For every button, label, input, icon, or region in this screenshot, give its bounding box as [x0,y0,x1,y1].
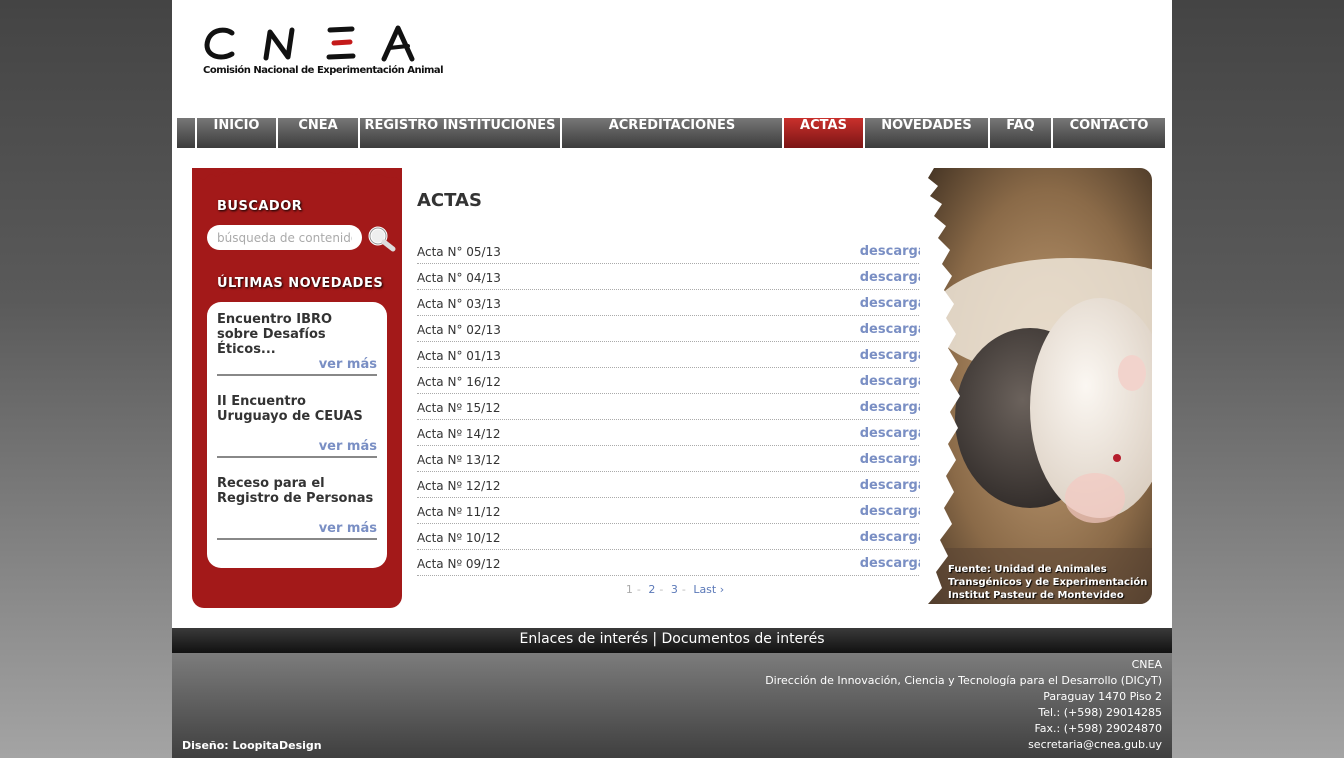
pager-last[interactable]: Last › [691,583,726,596]
acta-row: Acta Nº 14/12 descargar [417,420,933,446]
mice-photo: Fuente: Unidad de Animales Transgénicos … [920,168,1152,604]
pager-separator: - [659,583,664,596]
news-more-link[interactable]: ver más [217,521,377,540]
footer-link-separator: | [652,631,658,647]
acta-row: Acta Nº 15/12 descargar [417,394,933,420]
photo-credit-line: Transgénicos y de Experimentación [948,577,1148,588]
acta-row: Acta N° 03/13 descargar [417,290,933,316]
acta-row: Acta N° 02/13 descargar [417,316,933,342]
logo-tagline: Comisión Nacional de Experimentación Ani… [203,65,444,76]
acta-name: Acta N° 01/13 [417,349,501,363]
footer: CNEA Dirección de Innovación, Ciencia y … [172,653,1172,758]
acta-name: Acta Nº 13/12 [417,453,501,467]
news-title[interactable]: Receso para el Registro de Personas [217,476,377,521]
acta-name: Acta Nº 09/12 [417,557,501,571]
footer-link-documentos[interactable]: Documentos de interés [662,631,825,647]
design-credit[interactable]: Diseño: LoopitaDesign [182,739,322,752]
acta-row: Acta Nº 09/12 descargar [417,550,933,576]
pager: 1- 2- 3- Last › [417,583,933,596]
nav-item-novedades[interactable]: NOVEDADES [865,118,988,148]
footer-link-enlaces[interactable]: Enlaces de interés [519,631,647,647]
acta-row: Acta Nº 13/12 descargar [417,446,933,472]
acta-name: Acta N° 02/13 [417,323,501,337]
photo-credit-line: Fuente: Unidad de Animales [948,564,1107,575]
pager-page-2[interactable]: 2 [646,583,657,596]
contact-line: Dirección de Innovación, Ciencia y Tecno… [765,674,1162,687]
acta-name: Acta N° 16/12 [417,375,501,389]
nav-spacer [177,118,195,148]
acta-row: Acta Nº 11/12 descargar [417,498,933,524]
page-title: ACTAS [417,190,482,211]
search-input[interactable] [207,225,362,250]
acta-name: Acta Nº 10/12 [417,531,501,545]
nav-item-faq[interactable]: FAQ [990,118,1051,148]
news-title[interactable]: II Encuentro Uruguayo de CEUAS [217,394,377,439]
acta-name: Acta Nº 15/12 [417,401,501,415]
nav-item-registro-instituciones[interactable]: REGISTRO INSTITUCIONES [360,118,560,148]
acta-name: Acta Nº 12/12 [417,479,501,493]
acta-name: Acta Nº 11/12 [417,505,501,519]
pager-current-page: 1 [625,583,633,596]
contact-line: Tel.: (+598) 29014285 [1038,706,1162,719]
news-list: Encuentro IBRO sobre Desafíos Éticos... … [207,302,387,568]
acta-row: Acta Nº 12/12 descargar [417,472,933,498]
main-content: ACTAS Acta N° 05/13 descargar Acta N° 04/1… [417,190,933,576]
acta-name: Acta N° 04/13 [417,271,501,285]
nav-item-inicio[interactable]: INICIO [197,118,276,148]
acta-name: Acta Nº 14/12 [417,427,501,441]
acta-name: Acta N° 03/13 [417,297,501,311]
acta-row: Acta Nº 10/12 descargar [417,524,933,550]
contact-line: CNEA [1131,658,1162,671]
contact-line: Paraguay 1470 Piso 2 [1043,690,1162,703]
nav-item-cnea[interactable]: CNEA [278,118,358,148]
acta-row: Acta N° 16/12 descargar [417,368,933,394]
news-title[interactable]: Encuentro IBRO sobre Desafíos Éticos... [217,312,377,357]
torn-edge-decoration [192,169,402,188]
search-button[interactable] [367,225,397,253]
acta-row: Acta N° 04/13 descargar [417,264,933,290]
contact-info: CNEA Dirección de Innovación, Ciencia y … [765,657,1162,753]
footer-links-bar: Enlaces de interés | Documentos de inter… [172,628,1172,653]
pager-page-3[interactable]: 3 [669,583,680,596]
pager-separator: - [636,583,641,596]
mice-photo-image [920,168,1152,604]
photo-credit-line: Institut Pasteur de Montevideo [948,590,1124,601]
photo-credit: Fuente: Unidad de Animales Transgénicos … [948,563,1147,602]
search-icon [368,226,396,252]
nav-item-contacto[interactable]: CONTACTO [1053,118,1165,148]
contact-email[interactable]: secretaria@cnea.gub.uy [765,737,1162,753]
news-more-link[interactable]: ver más [217,357,377,376]
acta-list: Acta N° 05/13 descargar Acta N° 04/13 desca… [417,238,933,576]
contact-line: Fax.: (+598) 29024870 [1034,722,1162,735]
cnea-logo[interactable]: Comisión Nacional de Experimentación Ani… [202,24,444,79]
news-heading: ÚLTIMAS NOVEDADES [217,276,384,291]
nav-item-acreditaciones[interactable]: ACREDITACIONES [562,118,782,148]
sidebar: BUSCADOR ÚLTIMAS NOVEDADES Encuentro IBR… [192,168,402,608]
news-item: Receso para el Registro de Personas ver … [217,476,377,540]
acta-row: Acta N° 05/13 descargar [417,238,933,264]
news-more-link[interactable]: ver más [217,439,377,458]
page: Comisión Nacional de Experimentación Ani… [172,0,1172,758]
news-item: Encuentro IBRO sobre Desafíos Éticos... … [217,312,377,376]
news-item: II Encuentro Uruguayo de CEUAS ver más [217,394,377,458]
pager-separator: - [681,583,686,596]
search-heading: BUSCADOR [217,199,303,214]
acta-row: Acta N° 01/13 descargar [417,342,933,368]
cnea-logo-mark [204,25,415,62]
acta-name: Acta N° 05/13 [417,245,501,259]
nav-item-actas[interactable]: ACTAS [784,118,863,148]
